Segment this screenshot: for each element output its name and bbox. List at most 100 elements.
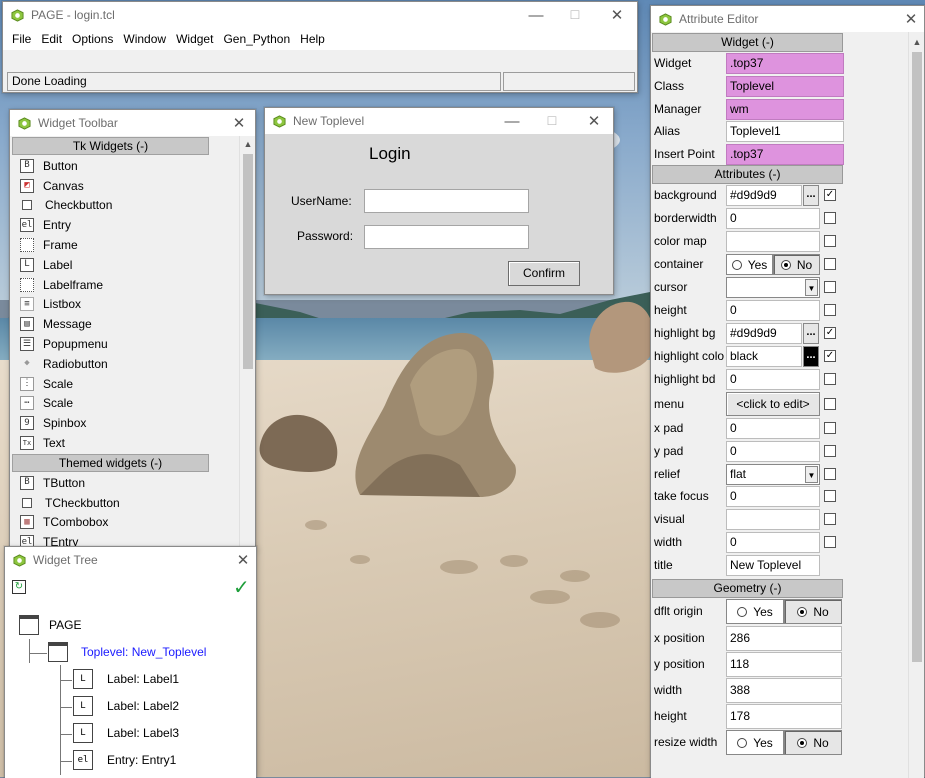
resize-width-no-radio[interactable]: No: [784, 730, 842, 755]
minimize-icon[interactable]: —: [519, 2, 553, 28]
toplevel-titlebar[interactable]: New Toplevel — ☐ ✕: [265, 108, 613, 134]
visual-input[interactable]: [726, 509, 820, 530]
highlight-color-checkbox[interactable]: ✓: [824, 350, 836, 362]
borderwidth-input[interactable]: 0: [726, 208, 820, 229]
password-input[interactable]: [364, 225, 529, 249]
ypad-checkbox[interactable]: [824, 445, 836, 457]
tree-node-label2[interactable]: L Label: Label2: [73, 696, 179, 716]
container-no-radio[interactable]: No: [773, 254, 820, 275]
close-icon[interactable]: ✕: [577, 108, 611, 134]
username-label[interactable]: UserName:: [291, 194, 352, 208]
alias-input[interactable]: Toplevel1: [726, 121, 844, 142]
tree-node-page[interactable]: PAGE: [19, 615, 81, 635]
tree-node-toplevel[interactable]: Toplevel: New_Toplevel: [48, 642, 206, 662]
dflt-origin-no-radio[interactable]: No: [784, 599, 842, 624]
toolbar-item-entry[interactable]: el Entry: [10, 215, 241, 235]
menu-file[interactable]: File: [7, 32, 36, 46]
menu-edit-button[interactable]: <click to edit>: [726, 392, 820, 416]
toolbar-item-button[interactable]: B Button: [10, 156, 241, 176]
toolbar-item-message[interactable]: ▤ Message: [10, 314, 241, 334]
toolbar-item-label[interactable]: L Label: [10, 255, 241, 275]
toolbar-item-tcombobox[interactable]: ▦ TCombobox: [10, 513, 241, 533]
toolbar-item-text[interactable]: Tx Text: [10, 433, 241, 453]
width-checkbox[interactable]: [824, 536, 836, 548]
scroll-up-arrow-icon[interactable]: ▲: [909, 34, 925, 50]
attr-scrollbar[interactable]: ▲: [908, 32, 924, 778]
tree-node-entry1[interactable]: el Entry: Entry1: [73, 750, 176, 770]
geo-width-input[interactable]: 388: [726, 678, 842, 703]
close-icon[interactable]: ✕: [226, 547, 260, 573]
close-icon[interactable]: ✕: [222, 110, 256, 136]
takefocus-input[interactable]: 0: [726, 486, 820, 507]
cursor-combobox[interactable]: ▼: [726, 277, 820, 298]
apply-check-icon[interactable]: ✓: [233, 575, 250, 600]
minimize-icon[interactable]: —: [495, 108, 529, 134]
tree-titlebar[interactable]: Widget Tree ✕: [5, 547, 256, 573]
menu-widget[interactable]: Widget: [171, 32, 218, 46]
toolbar-item-scale-vertical[interactable]: ⋮ Scale: [10, 374, 241, 394]
colormap-checkbox[interactable]: [824, 235, 836, 247]
toolbar-item-radiobutton[interactable]: ◆ Radiobutton: [10, 354, 241, 374]
scrollbar-thumb[interactable]: [912, 52, 922, 662]
menu-edit[interactable]: Edit: [36, 32, 67, 46]
username-input[interactable]: [364, 189, 529, 213]
highlight-bd-checkbox[interactable]: [824, 373, 836, 385]
toolbar-item-canvas[interactable]: ◩ Canvas: [10, 176, 241, 196]
color-picker-button[interactable]: ...: [803, 323, 819, 344]
widget-section-header[interactable]: Widget (-): [652, 33, 843, 52]
chevron-down-icon[interactable]: ▼: [805, 279, 818, 296]
height-checkbox[interactable]: [824, 304, 836, 316]
tree-node-label3[interactable]: L Label: Label3: [73, 723, 179, 743]
themed-widgets-section-header[interactable]: Themed widgets (-): [12, 453, 209, 472]
ypad-input[interactable]: 0: [726, 441, 820, 462]
background-checkbox[interactable]: ✓: [824, 189, 836, 201]
toolbar-titlebar[interactable]: Widget Toolbar ✕: [10, 110, 255, 136]
toolbar-item-labelframe[interactable]: Labelframe: [10, 275, 241, 295]
attr-titlebar[interactable]: Attribute Editor ✕: [651, 6, 924, 32]
confirm-button[interactable]: Confirm: [508, 261, 580, 286]
xpad-checkbox[interactable]: [824, 422, 836, 434]
tk-widgets-section-header[interactable]: Tk Widgets (-): [12, 137, 209, 155]
maximize-icon[interactable]: ☐: [558, 2, 592, 28]
takefocus-checkbox[interactable]: [824, 490, 836, 502]
container-yes-radio[interactable]: Yes: [726, 254, 773, 275]
geo-height-input[interactable]: 178: [726, 704, 842, 729]
colormap-input[interactable]: [726, 231, 820, 252]
toolbar-scrollbar[interactable]: ▲: [239, 136, 255, 550]
scroll-up-arrow-icon[interactable]: ▲: [240, 136, 256, 152]
toolbar-item-popupmenu[interactable]: ☰ Popupmenu: [10, 334, 241, 354]
maximize-icon[interactable]: ☐: [535, 108, 569, 134]
y-position-input[interactable]: 118: [726, 652, 842, 677]
relief-combobox[interactable]: flat ▼: [726, 464, 820, 485]
menu-gen-python[interactable]: Gen_Python: [218, 32, 295, 46]
highlight-bg-input[interactable]: #d9d9d9: [726, 323, 802, 344]
resize-width-yes-radio[interactable]: Yes: [726, 730, 784, 755]
visual-checkbox[interactable]: [824, 513, 836, 525]
tree-node-label1[interactable]: L Label: Label1: [73, 669, 179, 689]
toolbar-item-frame[interactable]: Frame: [10, 235, 241, 255]
toolbar-item-tbutton[interactable]: B TButton: [10, 473, 241, 493]
height-input[interactable]: 0: [726, 300, 820, 321]
borderwidth-checkbox[interactable]: [824, 212, 836, 224]
menu-options[interactable]: Options: [67, 32, 118, 46]
chevron-down-icon[interactable]: ▼: [805, 466, 818, 483]
close-icon[interactable]: ✕: [894, 6, 925, 32]
highlight-bd-input[interactable]: 0: [726, 369, 820, 390]
scrollbar-thumb[interactable]: [243, 154, 253, 369]
close-icon[interactable]: ✕: [600, 2, 634, 28]
toolbar-item-tcheckbutton[interactable]: TCheckbutton: [10, 493, 241, 513]
main-titlebar[interactable]: PAGE - login.tcl — ☐ ✕: [3, 2, 637, 28]
title-input[interactable]: New Toplevel: [726, 555, 820, 576]
toolbar-item-checkbutton[interactable]: Checkbutton: [10, 196, 241, 216]
width-input[interactable]: 0: [726, 532, 820, 553]
cursor-checkbox[interactable]: [824, 281, 836, 293]
login-heading[interactable]: Login: [369, 144, 411, 164]
xpad-input[interactable]: 0: [726, 418, 820, 439]
refresh-icon[interactable]: ↻: [12, 580, 26, 594]
menu-help[interactable]: Help: [295, 32, 330, 46]
geometry-section-header[interactable]: Geometry (-): [652, 579, 843, 598]
relief-checkbox[interactable]: [824, 468, 836, 480]
toolbar-item-listbox[interactable]: ≡ Listbox: [10, 295, 241, 315]
toolbar-item-scale-horizontal[interactable]: ⋯ Scale: [10, 394, 241, 414]
dflt-origin-yes-radio[interactable]: Yes: [726, 599, 784, 624]
